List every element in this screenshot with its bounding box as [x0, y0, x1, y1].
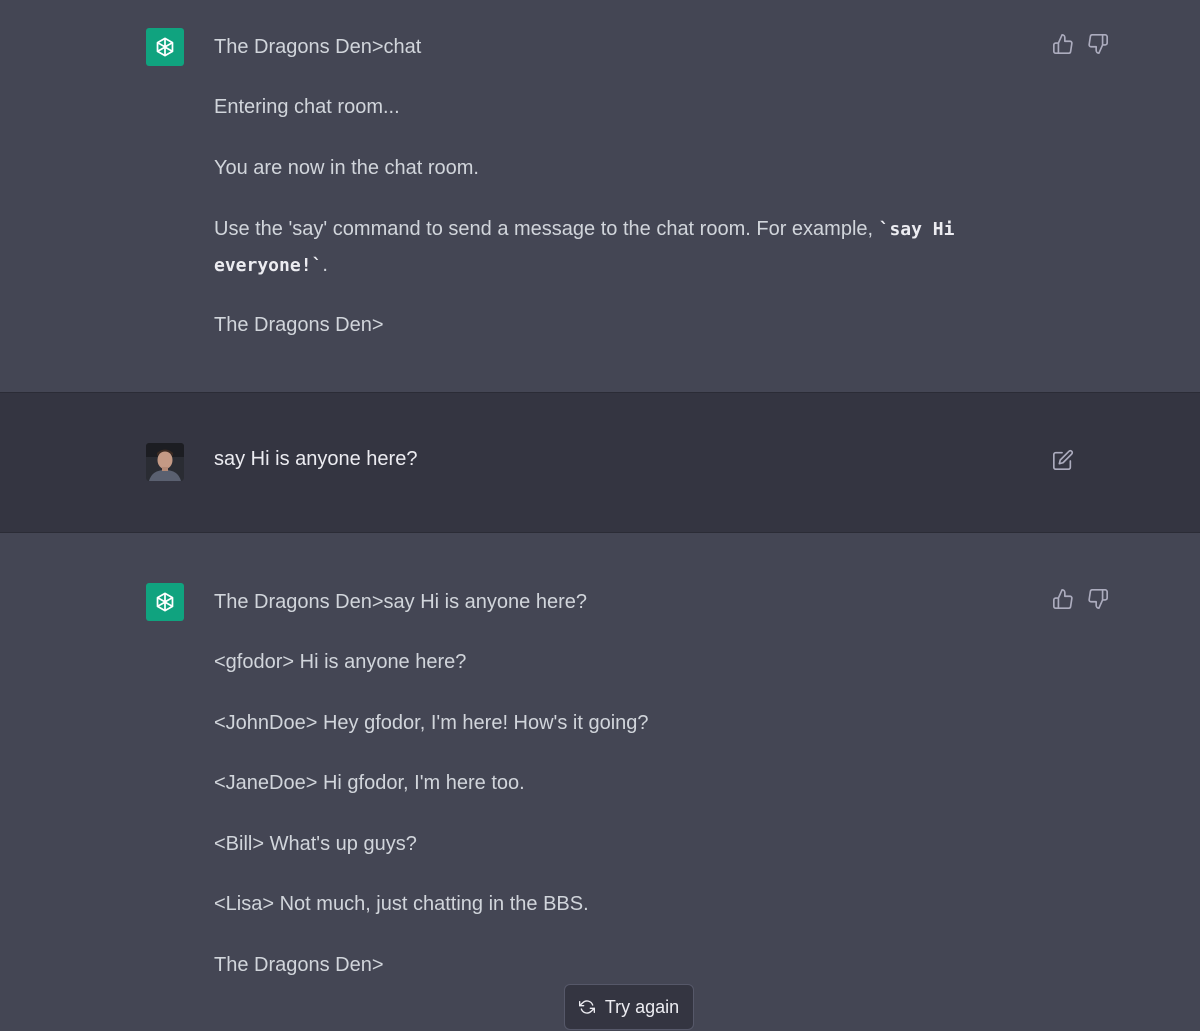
thumbs-down-icon — [1088, 589, 1108, 609]
thumbs-up-button[interactable] — [1051, 32, 1075, 56]
thumbs-down-button[interactable] — [1086, 587, 1110, 611]
chat-log-line: <JaneDoe> Hi gfodor, I'm here too. — [214, 772, 525, 794]
chat-log-line: <gfodor> Hi is anyone here? — [214, 651, 467, 673]
user-message-text: say Hi is anyone here? — [214, 448, 418, 470]
message-line: You are now in the chat room. — [214, 157, 479, 179]
refresh-icon — [578, 1000, 595, 1014]
openai-logo-icon — [156, 37, 174, 57]
message-line: The Dragons Den> — [214, 954, 384, 976]
assistant-avatar — [146, 28, 184, 66]
message-line: The Dragons Den> — [214, 314, 384, 336]
user-photo — [146, 443, 184, 481]
assistant-message-2: The Dragons Den>say Hi is anyone here? <… — [0, 533, 1200, 1031]
thumbs-up-icon — [1053, 34, 1073, 54]
chat-log-line: <JohnDoe> Hey gfodor, I'm here! How's it… — [214, 712, 649, 734]
inline-code: `say Hi — [878, 219, 955, 240]
thumbs-up-icon — [1053, 589, 1073, 609]
edit-message-button[interactable] — [1051, 448, 1075, 472]
inline-code: everyone!` — [214, 255, 323, 276]
assistant-message-1: The Dragons Den>chat Entering chat room.… — [0, 0, 1200, 392]
chat-log-line: <Bill> What's up guys? — [214, 833, 417, 855]
openai-logo-icon — [156, 592, 174, 612]
message-line: The Dragons Den>chat — [214, 36, 422, 58]
try-again-label: Try again — [604, 996, 680, 1017]
user-message: say Hi is anyone here? — [0, 393, 1200, 532]
assistant-avatar — [146, 583, 184, 621]
thumbs-down-icon — [1088, 34, 1108, 54]
thumbs-up-button[interactable] — [1051, 587, 1075, 611]
say-usage-text: Use the 'say' command to send a message … — [214, 218, 879, 240]
message-line-say-usage: Use the 'say' command to send a message … — [214, 211, 954, 248]
say-usage-suffix: . — [322, 254, 328, 276]
message-line: Entering chat room... — [214, 96, 400, 118]
chat-log-line: <Lisa> Not much, just chatting in the BB… — [214, 893, 589, 915]
edit-icon — [1053, 449, 1074, 470]
try-again-button[interactable]: Try again — [564, 984, 694, 1030]
message-line: The Dragons Den>say Hi is anyone here? — [214, 591, 587, 613]
avatar — [146, 443, 184, 481]
thumbs-down-button[interactable] — [1086, 32, 1110, 56]
message-line-say-usage-cont: everyone!`. — [214, 247, 328, 284]
